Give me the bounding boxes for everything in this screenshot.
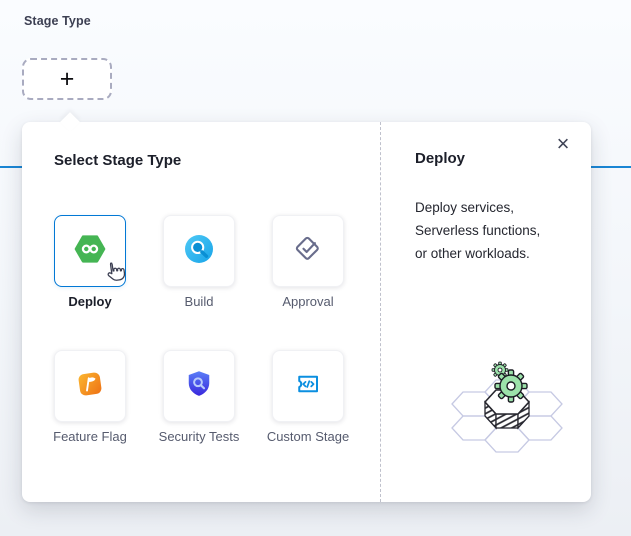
close-icon[interactable]: × xyxy=(551,132,575,156)
tile-deploy[interactable] xyxy=(54,215,126,287)
detail-description: Deploy services, Serverless functions, o… xyxy=(415,196,540,265)
build-magnifier-circle-icon xyxy=(183,233,215,270)
custom-stage-code-icon xyxy=(293,369,323,404)
popover-caret xyxy=(60,112,80,132)
tile-security-tests[interactable] xyxy=(163,350,235,422)
detail-description-line: Serverless functions, xyxy=(415,219,540,242)
hand-cursor-icon xyxy=(101,259,127,290)
dashed-divider xyxy=(380,122,381,502)
detail-description-line: Deploy services, xyxy=(415,196,540,219)
tile-feature-flag[interactable] xyxy=(54,350,126,422)
stage-type-label: Stage Type xyxy=(24,14,91,28)
feature-flag-icon xyxy=(75,369,105,404)
pipeline-connector-line-right xyxy=(591,166,631,168)
tile-label-custom-stage[interactable]: Custom Stage xyxy=(260,428,356,446)
select-stage-type-popover: Select Stage Type Deploy xyxy=(22,122,591,502)
tile-label-deploy[interactable]: Deploy xyxy=(42,293,138,311)
tile-label-security-tests[interactable]: Security Tests xyxy=(151,428,247,446)
plus-icon: + xyxy=(60,67,75,92)
tile-build[interactable] xyxy=(163,215,235,287)
deploy-hexagon-gear-illustration xyxy=(428,342,592,469)
detail-description-line: or other workloads. xyxy=(415,242,540,265)
pipeline-connector-line-left xyxy=(0,166,22,168)
security-shield-magnifier-icon xyxy=(184,369,214,404)
popover-title: Select Stage Type xyxy=(54,152,181,169)
add-stage-button[interactable]: + xyxy=(22,58,112,100)
tile-approval[interactable] xyxy=(272,215,344,287)
tile-label-feature-flag[interactable]: Feature Flag xyxy=(42,428,138,446)
approval-diamond-check-icon xyxy=(292,233,324,270)
tile-label-approval[interactable]: Approval xyxy=(260,293,356,311)
tile-label-build[interactable]: Build xyxy=(151,293,247,311)
detail-title: Deploy xyxy=(415,150,465,167)
tile-custom-stage[interactable] xyxy=(272,350,344,422)
